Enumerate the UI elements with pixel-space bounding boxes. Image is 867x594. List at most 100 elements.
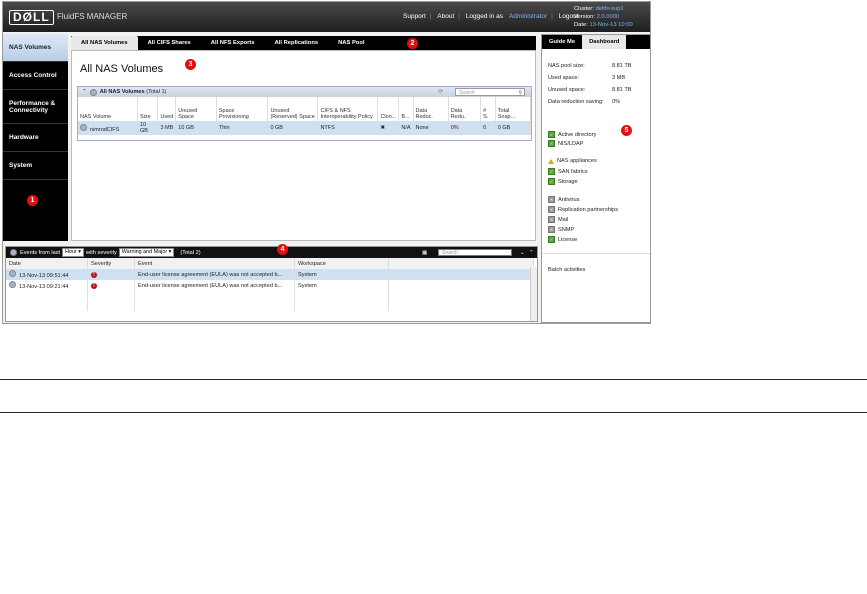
- dashboard-panel: Guide Me Dashboard NAS pool size: 8.81 TB…: [541, 34, 651, 323]
- cell-b: N/A: [398, 121, 414, 135]
- table-row[interactable]: 13-Nov-13 09:21:44 ! End-user license ag…: [6, 280, 534, 291]
- cell-workspace: System: [294, 280, 389, 291]
- date-label: Date:: [574, 22, 588, 28]
- events-scrollbar[interactable]: [530, 267, 537, 321]
- nav-item-system[interactable]: System: [3, 152, 68, 180]
- stat-data-reduction-saving: Data reduction saving: 0%: [548, 99, 643, 105]
- col-used[interactable]: Used: [157, 97, 177, 121]
- status-nis-ldap[interactable]: ✓ NIS/LDAP: [548, 140, 584, 147]
- severity-select[interactable]: Warning and Major ▾: [118, 248, 175, 257]
- status-storage[interactable]: ✓ Storage: [548, 178, 578, 185]
- divider-line: [0, 412, 867, 413]
- tab-all-nas-volumes[interactable]: All NAS Volumes: [71, 36, 138, 50]
- stat-label: Used space:: [548, 75, 580, 81]
- event-icon: [9, 270, 16, 277]
- collapse-icon[interactable]: ⌄: [520, 250, 525, 256]
- empty-row: [6, 291, 534, 301]
- table-row[interactable]: nimrodCIFS 10 GB 3 MB 10 GB Thin 0 GB NT…: [78, 121, 532, 135]
- col-b[interactable]: B...: [398, 97, 414, 121]
- expand-icon[interactable]: ⌃: [529, 250, 534, 256]
- volume-icon: [80, 123, 87, 131]
- tab-dashboard[interactable]: Dashboard: [582, 35, 627, 49]
- stat-value: 8.81 TB: [612, 87, 632, 93]
- col-data-reduction-2[interactable]: Data Redu.: [448, 97, 482, 121]
- col-event[interactable]: Event: [134, 258, 295, 269]
- status-snmp[interactable]: ✕ SNMP: [548, 226, 574, 233]
- col-total-snap[interactable]: Total Snap...: [495, 97, 532, 121]
- status-san-fabrics[interactable]: ✓ SAN fabrics: [548, 168, 588, 175]
- cell-clone: ✖: [377, 121, 400, 135]
- status-replication-partnerships[interactable]: ✕ Replication partnerships: [548, 206, 618, 213]
- nav-item-nas-volumes[interactable]: NAS Volumes: [3, 34, 68, 62]
- cell-used: 3 MB: [157, 121, 177, 135]
- col-nas-volume[interactable]: NAS Volume: [78, 97, 138, 121]
- stat-value: 8.81 TB: [612, 63, 632, 69]
- cell-unused-reserved: 0 GB: [267, 121, 319, 135]
- filter-icon[interactable]: ▦: [422, 250, 427, 256]
- version-label: Version:: [574, 14, 595, 20]
- status-active-directory[interactable]: ✓ Active directory: [548, 131, 596, 138]
- period-select[interactable]: Hour ▾: [62, 248, 85, 257]
- divider-line: [0, 379, 867, 380]
- disabled-icon: ✕: [548, 216, 555, 223]
- tab-all-nfs-exports[interactable]: All NFS Exports: [201, 36, 265, 50]
- cell-unused-space: 10 GB: [175, 121, 217, 135]
- gear-icon[interactable]: [10, 249, 17, 256]
- callout-3: 3: [185, 59, 196, 70]
- stat-value: 0%: [612, 99, 621, 105]
- support-link[interactable]: Support: [403, 13, 426, 20]
- collapse-icon[interactable]: ⌃: [82, 89, 87, 95]
- events-total: (Total 2): [180, 249, 201, 256]
- col-snapshots-count[interactable]: # S.: [480, 97, 496, 121]
- search-icon[interactable]: ⚲: [518, 89, 522, 97]
- tab-guide-me[interactable]: Guide Me: [542, 35, 582, 49]
- username-link[interactable]: Administrator: [509, 13, 547, 20]
- col-clone[interactable]: Clon...: [377, 97, 400, 121]
- status-label: Mail: [558, 216, 569, 223]
- gear-icon[interactable]: [89, 88, 97, 96]
- grid-search-input[interactable]: Search ⚲: [455, 88, 525, 96]
- cell-data-reduction: None: [413, 121, 449, 135]
- col-size[interactable]: Size: [137, 97, 159, 121]
- tab-nas-pool[interactable]: NAS Pool: [328, 36, 374, 50]
- tab-all-cifs-shares[interactable]: All CIFS Shares: [138, 36, 201, 50]
- status-mail[interactable]: ✕ Mail: [548, 216, 568, 223]
- events-search-input[interactable]: Search: [438, 249, 512, 256]
- nav-item-hardware[interactable]: Hardware: [3, 124, 68, 152]
- status-license[interactable]: ✓ License: [548, 236, 577, 243]
- col-data-reduction[interactable]: Data Reduc.: [413, 97, 449, 121]
- events-panel: Events from last Hour ▾ with severity Wa…: [5, 244, 538, 322]
- check-icon: ✓: [548, 140, 555, 147]
- table-row[interactable]: 13-Nov-13 09:51:44 ! End-user license ag…: [6, 269, 534, 280]
- col-unused-space[interactable]: Unused Space: [175, 97, 217, 121]
- page-title: All NAS Volumes: [80, 63, 164, 75]
- callout-5: 5: [621, 125, 632, 136]
- cell-date-text: 13-Nov-13 09:21:44: [19, 284, 69, 290]
- col-severity[interactable]: Severity: [87, 258, 135, 269]
- status-antivirus[interactable]: ✕ Antivirus: [548, 196, 579, 203]
- col-interop-policy[interactable]: CIFS & NFS Interoperability Policy: [317, 97, 379, 121]
- cell-date: 13-Nov-13 09:21:44: [6, 280, 88, 291]
- tab-all-replications[interactable]: All Replications: [265, 36, 329, 50]
- status-nas-appliances[interactable]: NAS appliances: [548, 158, 597, 164]
- check-icon: ✓: [548, 168, 555, 175]
- status-label: Active directory: [558, 131, 597, 138]
- cell-interop-policy: NTFS: [317, 121, 379, 135]
- cell-nas-volume-text: nimrodCIFS: [90, 126, 120, 133]
- grid-header: ⌃ All NAS Volumes (Total 1) ⟳ Search ⚲: [78, 87, 531, 97]
- about-link[interactable]: About: [437, 13, 454, 20]
- col-date[interactable]: Date: [6, 258, 88, 269]
- col-workspace[interactable]: Workspace: [294, 258, 389, 269]
- col-space-provisioning[interactable]: Space Provisioning: [216, 97, 269, 121]
- cell-nas-volume: nimrodCIFS: [78, 121, 138, 135]
- nav-item-access-control[interactable]: Access Control: [3, 62, 68, 90]
- batch-activities[interactable]: Batch activities: [548, 267, 585, 273]
- table-header-row: NAS Volume Size Used Unused Space Space …: [78, 97, 532, 121]
- col-unused-reserved-space[interactable]: Unused (Reserved) Space: [267, 97, 319, 121]
- nav-item-performance-connectivity[interactable]: Performance & Connectivity: [3, 90, 68, 124]
- logged-in-label: Logged in as: [465, 13, 504, 20]
- app-name: FluidFS MANAGER: [57, 12, 128, 21]
- cell-severity: !: [87, 269, 135, 280]
- refresh-icon[interactable]: ⟳: [438, 89, 443, 95]
- cluster-value[interactable]: dellfs-sup1: [596, 6, 624, 12]
